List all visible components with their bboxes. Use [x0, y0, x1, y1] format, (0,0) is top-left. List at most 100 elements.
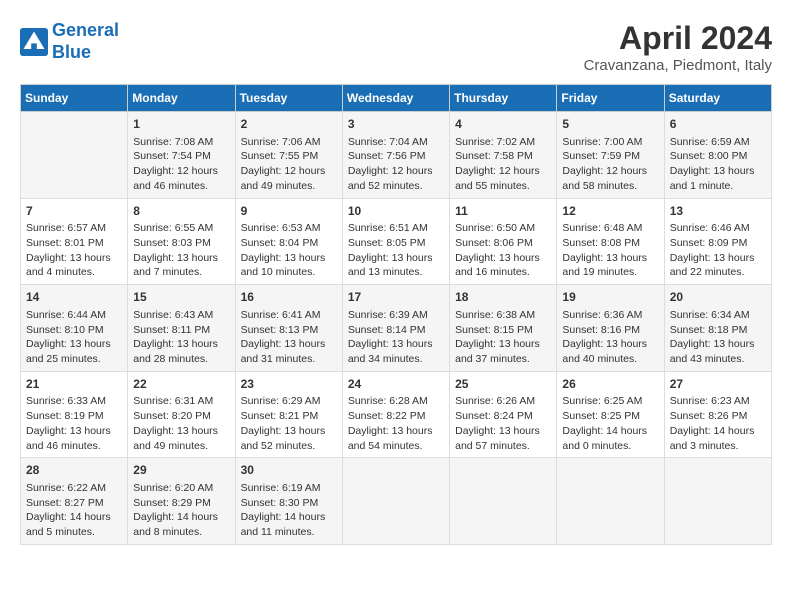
calendar-cell: 29 Sunrise: 6:20 AM Sunset: 8:29 PM Dayli…	[128, 458, 235, 545]
logo: General Blue	[20, 20, 119, 63]
month-title: April 2024	[584, 20, 772, 57]
calendar-cell: 9Sunrise: 6:53 AM Sunset: 8:04 PM Daylig…	[235, 198, 342, 285]
day-number: 22	[133, 376, 229, 393]
day-number: 19	[562, 289, 658, 306]
day-info: Sunrise: 7:02 AM Sunset: 7:58 PM Dayligh…	[455, 135, 551, 194]
day-number: 29	[133, 462, 229, 479]
calendar-cell: 27Sunrise: 6:23 AM Sunset: 8:26 PM Dayli…	[664, 371, 771, 458]
calendar-cell: 8Sunrise: 6:55 AM Sunset: 8:03 PM Daylig…	[128, 198, 235, 285]
logo-icon	[20, 28, 48, 56]
header-wednesday: Wednesday	[342, 85, 449, 112]
calendar-cell: 10Sunrise: 6:51 AM Sunset: 8:05 PM Dayli…	[342, 198, 449, 285]
calendar-cell: 15 Sunrise: 6:43 AM Sunset: 8:11 PM Dayli…	[128, 285, 235, 372]
day-number: 15	[133, 289, 229, 306]
calendar-cell: 6 Sunrise: 6:59 AM Sunset: 8:00 PM Daylig…	[664, 112, 771, 199]
calendar-cell	[450, 458, 557, 545]
day-number: 11	[455, 203, 551, 220]
day-number: 24	[348, 376, 444, 393]
day-number: 13	[670, 203, 766, 220]
calendar-week-row: 21Sunrise: 6:33 AM Sunset: 8:19 PM Dayli…	[21, 371, 772, 458]
calendar-cell: 22Sunrise: 6:31 AM Sunset: 8:20 PM Dayli…	[128, 371, 235, 458]
day-number: 2	[241, 116, 337, 133]
day-info: Sunrise: 6:34 AM Sunset: 8:18 PM Dayligh…	[670, 308, 766, 367]
day-number: 25	[455, 376, 551, 393]
calendar-cell: 28 Sunrise: 6:22 AM Sunset: 8:27 PM Dayli…	[21, 458, 128, 545]
day-info: Sunrise: 6:38 AM Sunset: 8:15 PM Dayligh…	[455, 308, 551, 367]
calendar-cell: 14Sunrise: 6:44 AM Sunset: 8:10 PM Dayli…	[21, 285, 128, 372]
calendar-week-row: 1 Sunrise: 7:08 AM Sunset: 7:54 PM Daylig…	[21, 112, 772, 199]
day-info: Sunrise: 6:48 AM Sunset: 8:08 PM Dayligh…	[562, 221, 658, 280]
title-block: April 2024 Cravanzana, Piedmont, Italy	[584, 20, 772, 74]
day-info: Sunrise: 6:53 AM Sunset: 8:04 PM Dayligh…	[241, 221, 337, 280]
day-info: Sunrise: 6:23 AM Sunset: 8:26 PM Dayligh…	[670, 394, 766, 453]
logo-line2: Blue	[52, 42, 119, 64]
calendar-cell: 12Sunrise: 6:48 AM Sunset: 8:08 PM Dayli…	[557, 198, 664, 285]
day-info: Sunrise: 6:57 AM Sunset: 8:01 PM Dayligh…	[26, 221, 122, 280]
calendar-cell	[21, 112, 128, 199]
day-info: Sunrise: 6:44 AM Sunset: 8:10 PM Dayligh…	[26, 308, 122, 367]
day-info: Sunrise: 6:46 AM Sunset: 8:09 PM Dayligh…	[670, 221, 766, 280]
header-tuesday: Tuesday	[235, 85, 342, 112]
day-number: 4	[455, 116, 551, 133]
day-info: Sunrise: 6:55 AM Sunset: 8:03 PM Dayligh…	[133, 221, 229, 280]
calendar-cell: 21Sunrise: 6:33 AM Sunset: 8:19 PM Dayli…	[21, 371, 128, 458]
calendar-table: SundayMondayTuesdayWednesdayThursdayFrid…	[20, 84, 772, 545]
day-number: 16	[241, 289, 337, 306]
calendar-cell: 1 Sunrise: 7:08 AM Sunset: 7:54 PM Daylig…	[128, 112, 235, 199]
calendar-cell: 11Sunrise: 6:50 AM Sunset: 8:06 PM Dayli…	[450, 198, 557, 285]
day-number: 28	[26, 462, 122, 479]
calendar-cell: 4 Sunrise: 7:02 AM Sunset: 7:58 PM Daylig…	[450, 112, 557, 199]
calendar-cell: 19Sunrise: 6:36 AM Sunset: 8:16 PM Dayli…	[557, 285, 664, 372]
day-number: 18	[455, 289, 551, 306]
calendar-cell	[557, 458, 664, 545]
day-info: Sunrise: 6:50 AM Sunset: 8:06 PM Dayligh…	[455, 221, 551, 280]
calendar-cell	[342, 458, 449, 545]
header-friday: Friday	[557, 85, 664, 112]
day-number: 30	[241, 462, 337, 479]
day-number: 5	[562, 116, 658, 133]
calendar-cell: 20Sunrise: 6:34 AM Sunset: 8:18 PM Dayli…	[664, 285, 771, 372]
day-info: Sunrise: 6:26 AM Sunset: 8:24 PM Dayligh…	[455, 394, 551, 453]
calendar-cell: 16Sunrise: 6:41 AM Sunset: 8:13 PM Dayli…	[235, 285, 342, 372]
day-info: Sunrise: 6:20 AM Sunset: 8:29 PM Dayligh…	[133, 481, 229, 540]
day-info: Sunrise: 6:19 AM Sunset: 8:30 PM Dayligh…	[241, 481, 337, 540]
day-info: Sunrise: 6:28 AM Sunset: 8:22 PM Dayligh…	[348, 394, 444, 453]
calendar-cell: 23Sunrise: 6:29 AM Sunset: 8:21 PM Dayli…	[235, 371, 342, 458]
calendar-cell: 25Sunrise: 6:26 AM Sunset: 8:24 PM Dayli…	[450, 371, 557, 458]
day-info: Sunrise: 6:51 AM Sunset: 8:05 PM Dayligh…	[348, 221, 444, 280]
logo-text: General Blue	[52, 20, 119, 63]
day-number: 10	[348, 203, 444, 220]
calendar-cell: 3Sunrise: 7:04 AM Sunset: 7:56 PM Daylig…	[342, 112, 449, 199]
calendar-cell: 18 Sunrise: 6:38 AM Sunset: 8:15 PM Dayli…	[450, 285, 557, 372]
calendar-week-row: 7Sunrise: 6:57 AM Sunset: 8:01 PM Daylig…	[21, 198, 772, 285]
day-number: 12	[562, 203, 658, 220]
calendar-cell: 7Sunrise: 6:57 AM Sunset: 8:01 PM Daylig…	[21, 198, 128, 285]
page-header: General Blue April 2024 Cravanzana, Pied…	[20, 20, 772, 74]
header-sunday: Sunday	[21, 85, 128, 112]
header-thursday: Thursday	[450, 85, 557, 112]
day-info: Sunrise: 6:59 AM Sunset: 8:00 PM Dayligh…	[670, 135, 766, 194]
calendar-cell	[664, 458, 771, 545]
calendar-cell: 5 Sunrise: 7:00 AM Sunset: 7:59 PM Daylig…	[557, 112, 664, 199]
day-number: 6	[670, 116, 766, 133]
day-info: Sunrise: 6:22 AM Sunset: 8:27 PM Dayligh…	[26, 481, 122, 540]
day-number: 1	[133, 116, 229, 133]
calendar-week-row: 14Sunrise: 6:44 AM Sunset: 8:10 PM Dayli…	[21, 285, 772, 372]
day-number: 9	[241, 203, 337, 220]
day-info: Sunrise: 6:43 AM Sunset: 8:11 PM Dayligh…	[133, 308, 229, 367]
header-saturday: Saturday	[664, 85, 771, 112]
day-number: 27	[670, 376, 766, 393]
calendar-cell: 17Sunrise: 6:39 AM Sunset: 8:14 PM Dayli…	[342, 285, 449, 372]
calendar-header-row: SundayMondayTuesdayWednesdayThursdayFrid…	[21, 85, 772, 112]
day-info: Sunrise: 7:00 AM Sunset: 7:59 PM Dayligh…	[562, 135, 658, 194]
day-number: 7	[26, 203, 122, 220]
day-number: 21	[26, 376, 122, 393]
day-number: 26	[562, 376, 658, 393]
calendar-cell: 30 Sunrise: 6:19 AM Sunset: 8:30 PM Dayli…	[235, 458, 342, 545]
day-number: 3	[348, 116, 444, 133]
day-info: Sunrise: 7:08 AM Sunset: 7:54 PM Dayligh…	[133, 135, 229, 194]
day-info: Sunrise: 6:29 AM Sunset: 8:21 PM Dayligh…	[241, 394, 337, 453]
calendar-cell: 2Sunrise: 7:06 AM Sunset: 7:55 PM Daylig…	[235, 112, 342, 199]
day-number: 23	[241, 376, 337, 393]
day-info: Sunrise: 6:31 AM Sunset: 8:20 PM Dayligh…	[133, 394, 229, 453]
